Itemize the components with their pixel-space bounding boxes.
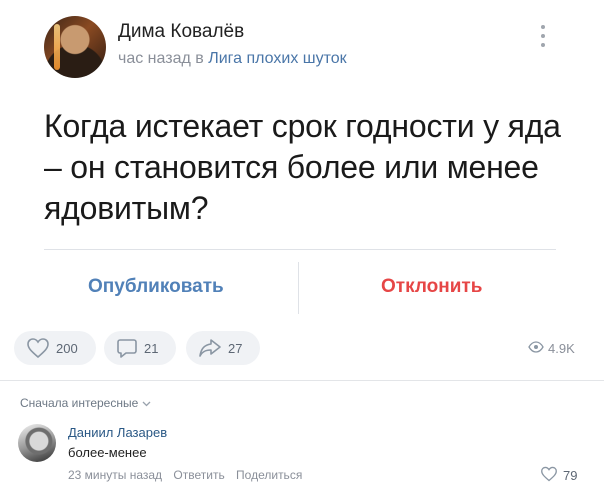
comment-like-count: 79 bbox=[563, 468, 578, 483]
like-button[interactable]: 200 bbox=[14, 331, 96, 365]
reply-link[interactable]: Ответить bbox=[173, 468, 224, 482]
post-time[interactable]: час назад bbox=[118, 50, 191, 67]
author-avatar[interactable] bbox=[44, 16, 106, 78]
comment-icon bbox=[116, 337, 138, 359]
share-icon bbox=[198, 337, 222, 359]
share-count: 27 bbox=[228, 340, 243, 356]
meta-preposition: в bbox=[195, 50, 204, 67]
comments-sort-dropdown[interactable]: Сначала интересные bbox=[20, 396, 151, 410]
views-count: 4.9K bbox=[548, 341, 575, 356]
heart-icon bbox=[26, 337, 50, 359]
more-vertical-icon bbox=[538, 25, 548, 47]
comment-author[interactable]: Даниил Лазарев bbox=[68, 425, 167, 440]
heart-icon bbox=[540, 466, 558, 485]
comment-like-button[interactable]: 79 bbox=[540, 466, 577, 485]
group-link[interactable]: Лига плохих шуток bbox=[208, 50, 346, 67]
chevron-down-icon bbox=[142, 396, 151, 410]
section-divider bbox=[0, 380, 604, 381]
post-card: Дима Ковалёв час назад в Лига плохих шут… bbox=[0, 0, 604, 380]
post-meta: час назад в Лига плохих шуток bbox=[118, 50, 347, 68]
more-options-button[interactable] bbox=[538, 25, 548, 51]
comment-count: 21 bbox=[144, 340, 159, 356]
sort-label: Сначала интересные bbox=[20, 396, 139, 410]
author-name[interactable]: Дима Ковалёв bbox=[118, 21, 244, 43]
post-text: Когда истекает срок годности у яда – он … bbox=[44, 108, 561, 226]
views-counter: 4.9K bbox=[528, 341, 575, 356]
like-count: 200 bbox=[56, 340, 78, 356]
comment-time[interactable]: 23 минуты назад bbox=[68, 468, 162, 482]
publish-button[interactable]: Опубликовать bbox=[88, 276, 224, 298]
comment-text: более-менее bbox=[68, 445, 147, 460]
share-button[interactable]: 27 bbox=[186, 331, 260, 365]
comment-button[interactable]: 21 bbox=[104, 331, 176, 365]
commenter-avatar[interactable] bbox=[18, 424, 56, 462]
comment-meta: 23 минуты назад Ответить Поделиться bbox=[68, 468, 302, 482]
reject-button[interactable]: Отклонить bbox=[381, 276, 482, 298]
button-separator bbox=[298, 262, 299, 314]
divider bbox=[44, 249, 556, 250]
eye-icon bbox=[528, 341, 544, 356]
share-comment-link[interactable]: Поделиться bbox=[236, 468, 302, 482]
